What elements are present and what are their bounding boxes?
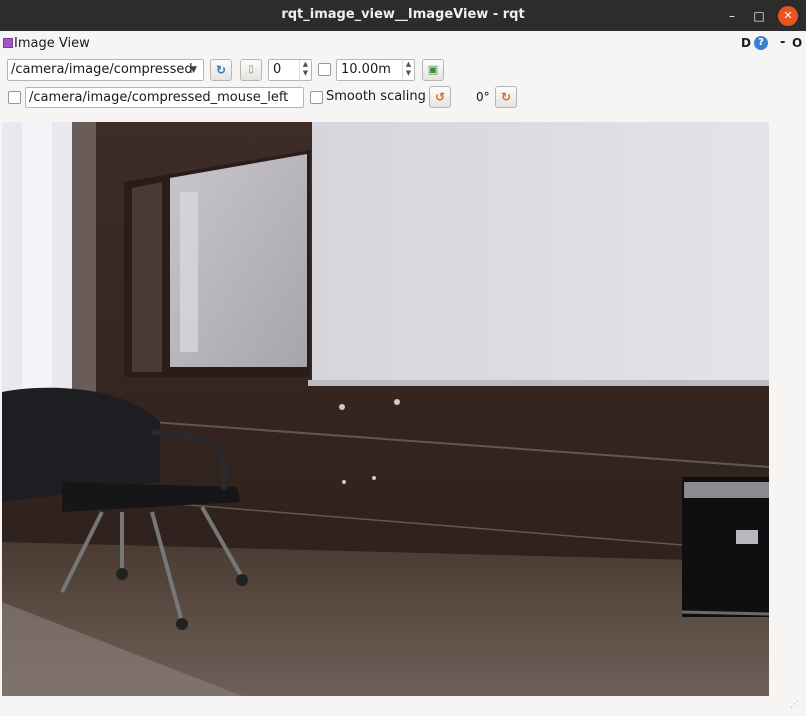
spin-arrows-icon[interactable]: ▲ ▼ [402,60,414,80]
pause-button[interactable]: ▯ [240,59,262,81]
maximize-button[interactable]: □ [749,6,769,26]
float-plugin-button[interactable]: O [792,36,802,50]
max-range-checkbox[interactable] [318,63,331,76]
frame-skip-spinbox[interactable]: 0 ▲ ▼ [268,59,312,81]
help-icon[interactable]: ? [754,36,768,50]
minimize-plugin-button[interactable]: - [780,35,785,50]
plugin-icon [3,38,13,48]
camera-frame-image [2,122,769,696]
topic-combobox-value: /camera/image/compressed [11,62,193,77]
smooth-scaling-label: Smooth scaling [326,89,426,104]
plugin-title: Image View [14,36,90,51]
refresh-icon: ↻ [215,63,227,77]
chevron-down-icon: ▼ [190,65,197,75]
dock-d-button[interactable]: D [741,36,751,50]
rotate-left-icon: ↺ [434,90,446,104]
save-icon: ▣ [427,63,439,76]
refresh-button[interactable]: ↻ [210,59,232,81]
window-titlebar: rqt_image_view__ImageView - rqt – □ ✕ [0,0,806,31]
rotation-label: 0° [476,90,490,104]
save-image-button[interactable]: ▣ [422,59,444,81]
mouse-topic-input[interactable]: /camera/image/compressed_mouse_left [25,87,304,108]
camera-image-view[interactable] [2,122,769,696]
resize-grip[interactable]: ⋰ [790,700,802,712]
rotate-right-button[interactable]: ↻ [495,86,517,108]
publish-click-checkbox[interactable] [8,91,21,104]
close-button[interactable]: ✕ [778,6,798,26]
spin-arrows-icon[interactable]: ▲ ▼ [299,60,311,80]
max-range-spinbox[interactable]: 10.00m ▲ ▼ [336,59,415,81]
topic-combobox[interactable]: /camera/image/compressed ▼ [7,59,204,81]
pause-icon: ▯ [248,64,254,75]
rotate-right-icon: ↻ [500,90,512,104]
rotate-left-button[interactable]: ↺ [429,86,451,108]
window-title: rqt_image_view__ImageView - rqt [281,7,525,22]
minimize-button[interactable]: – [722,6,742,26]
max-range-value: 10.00m [341,62,391,77]
frame-skip-value: 0 [273,62,282,77]
smooth-scaling-checkbox[interactable] [310,91,323,104]
